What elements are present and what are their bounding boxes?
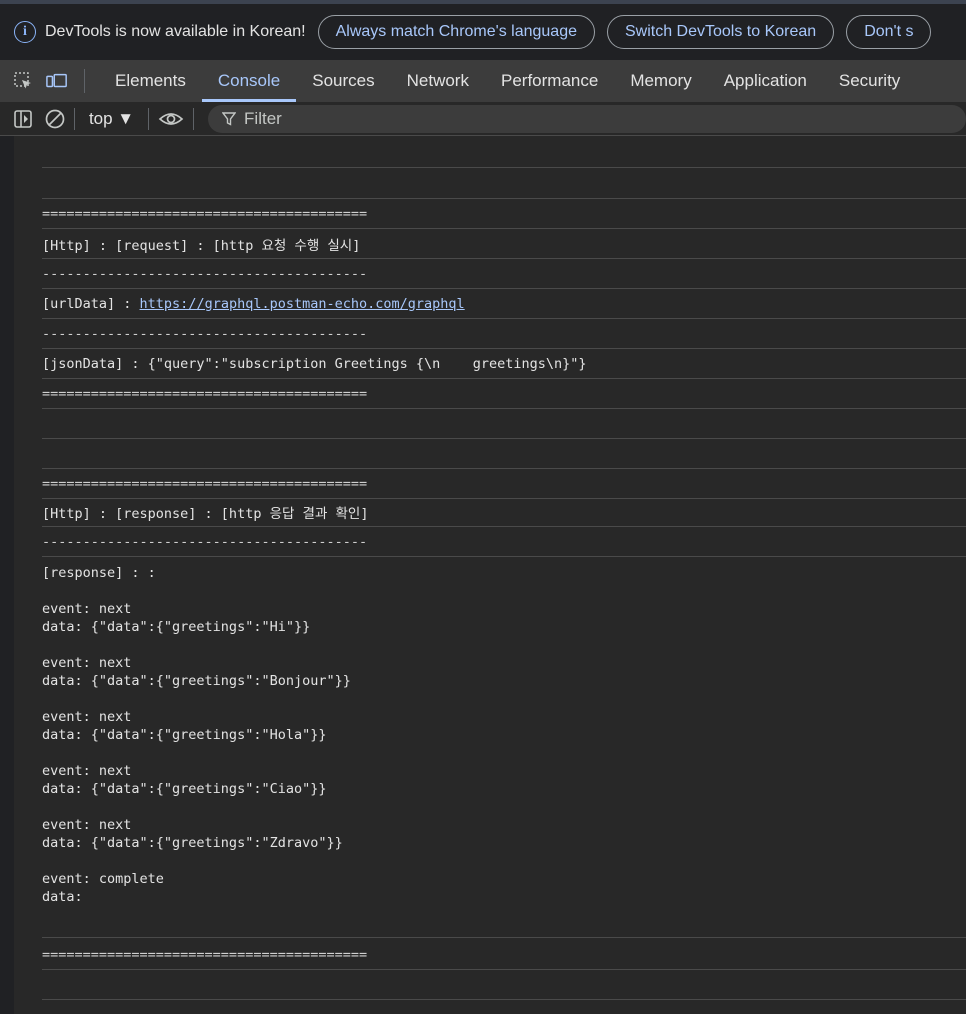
- console-message: ========================================: [42, 199, 966, 229]
- switch-korean-button[interactable]: Switch DevTools to Korean: [606, 15, 835, 49]
- context-selector[interactable]: top ▼: [89, 109, 134, 129]
- toolbar-divider: [148, 107, 150, 130]
- tab-network[interactable]: Network: [391, 60, 485, 102]
- clear-console-icon[interactable]: [44, 108, 66, 130]
- console-message: ========================================: [42, 469, 966, 499]
- console-message: [jsonData] : {"query":"subscription Gree…: [42, 349, 966, 379]
- tab-console[interactable]: Console: [201, 60, 297, 102]
- tab-application[interactable]: Application: [708, 60, 823, 102]
- url-link[interactable]: https://graphql.postman-echo.com/graphql: [140, 296, 465, 312]
- console-message-empty: [42, 169, 966, 199]
- console-message-empty: [42, 409, 966, 439]
- device-toolbar-icon[interactable]: [46, 70, 68, 92]
- tab-sources[interactable]: Sources: [296, 60, 390, 102]
- live-expression-eye-icon[interactable]: [157, 108, 185, 130]
- infobar-message: DevTools is now available in Korean!: [45, 23, 306, 40]
- inspect-element-icon[interactable]: [12, 70, 34, 92]
- toolbar-divider: [73, 107, 75, 130]
- console-message: [Http] : [response] : [http 응답 결과 확인]: [42, 497, 966, 527]
- console-gutter: [0, 136, 14, 1014]
- toolbar-divider: [193, 107, 195, 130]
- tab-security[interactable]: Security: [823, 60, 916, 102]
- console-message-response: [response] : : event: next data: {"data"…: [42, 558, 966, 938]
- filter-placeholder: Filter: [244, 108, 282, 128]
- console-message: [urlData] : https://graphql.postman-echo…: [42, 289, 966, 319]
- console-message: [Http] : [request] : [http 요청 수행 실시]: [42, 229, 966, 259]
- console-message: ----------------------------------------: [42, 527, 966, 557]
- tabbar-divider: [84, 69, 85, 93]
- match-language-button[interactable]: Always match Chrome's language: [317, 15, 595, 49]
- filter-input[interactable]: Filter: [208, 104, 966, 133]
- console-message: ----------------------------------------: [42, 319, 966, 349]
- sidebar-toggle-icon[interactable]: [12, 108, 34, 130]
- language-infobar: i DevTools is now available in Korean! A…: [0, 4, 966, 60]
- url-label: [urlData] :: [42, 295, 140, 312]
- console-message-empty: [42, 138, 966, 168]
- tab-elements[interactable]: Elements: [99, 60, 202, 102]
- console-message: ========================================: [42, 379, 966, 409]
- console-message-empty: [42, 970, 966, 1000]
- console-output: ========================================…: [0, 136, 966, 1014]
- console-message-empty: [42, 439, 966, 469]
- console-message: ========================================: [42, 940, 966, 970]
- console-toolbar: top ▼ Filter: [0, 102, 966, 136]
- tab-performance[interactable]: Performance: [485, 60, 614, 102]
- devtools-tabbar: Elements Console Sources Network Perform…: [0, 60, 966, 102]
- console-message: ----------------------------------------: [42, 259, 966, 289]
- info-icon: i: [14, 21, 36, 43]
- dont-show-button[interactable]: Don't s: [846, 15, 932, 49]
- filter-icon: [222, 111, 237, 126]
- tab-memory[interactable]: Memory: [614, 60, 707, 102]
